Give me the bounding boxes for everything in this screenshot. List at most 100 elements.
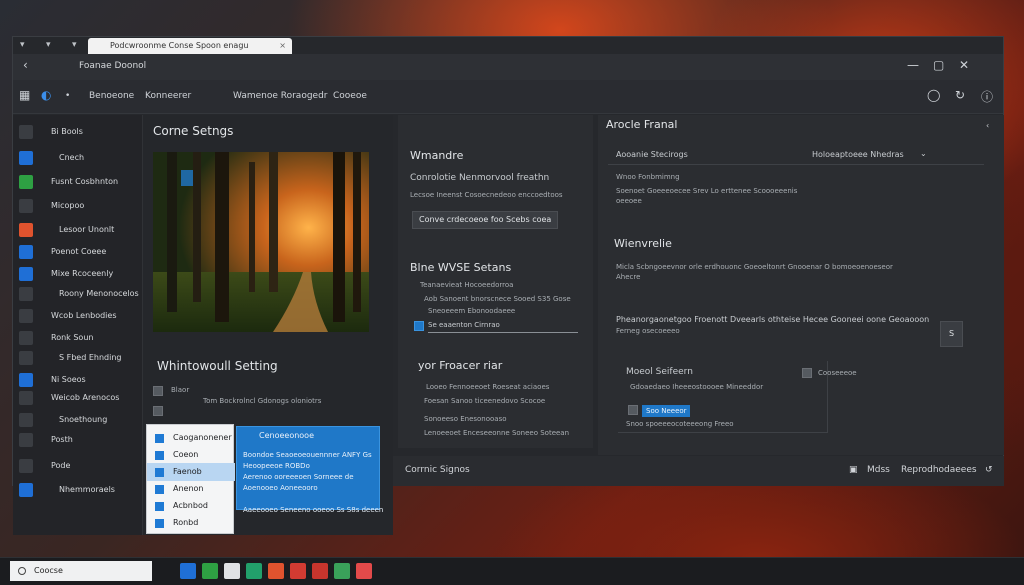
dropdown-option[interactable]: Coeon xyxy=(147,446,235,464)
sidebar-item-11[interactable]: S Fbed Ehnding xyxy=(13,351,143,369)
setting-label-7: Lenoeeoet Enceseeonne Soneeo Soteean xyxy=(424,429,570,437)
toolbar-item-1[interactable]: Benoeone xyxy=(89,91,134,101)
chevron-down-icon[interactable]: ⌄ xyxy=(920,149,927,158)
preview-row: Aerenoo ooreeeoen Sorneee de xyxy=(243,473,354,481)
preview-row: Aaeeooeo Seneeno ooeoo Ss S8s deeen xyxy=(243,506,384,514)
taskbar-app-icon[interactable] xyxy=(202,563,218,579)
sidebar-item-6[interactable]: Poenot Coeee xyxy=(13,245,143,263)
sidebar-item-label: Micopoo xyxy=(51,201,85,210)
sidebar-item-1[interactable]: Bi Bools xyxy=(13,125,143,143)
status-right[interactable]: Reprodhodaeees xyxy=(901,465,977,475)
window-menu-icon-2[interactable]: ▾ xyxy=(46,40,51,50)
dropdown-option-label: Coeon xyxy=(173,450,199,459)
grid-view-icon[interactable]: ▣ xyxy=(849,465,858,475)
wallpaper-panel: Wmandre Conrolotie Nenmorvool freathn Le… xyxy=(398,115,593,448)
sidebar-item-13[interactable]: Weicob Arenocos xyxy=(13,391,143,409)
sidebar-item-icon xyxy=(19,433,33,447)
maximize-icon[interactable]: ▢ xyxy=(933,58,944,72)
setting-label-1: Teanaevieat Hocoeedorroa xyxy=(420,281,514,289)
sub-panel-checkbox[interactable] xyxy=(802,368,812,378)
minimize-icon[interactable]: — xyxy=(907,58,919,72)
sidebar-item-7[interactable]: Mixe Rcoceenly xyxy=(13,267,143,285)
sidebar-item-label: Cnech xyxy=(59,153,85,162)
dropdown-preview-pane: Cenoeeonooe Boondoe Seaoeoeouennner ANFY… xyxy=(236,426,383,514)
sidebar-item-label: Posth xyxy=(51,435,73,444)
sidebar-item-label: Poenot Coeee xyxy=(51,247,107,256)
option-checkbox-2[interactable] xyxy=(153,406,163,416)
option-label-2: Tom Bockrolncl Gdonogs oloniotrs xyxy=(203,397,322,405)
taskbar xyxy=(0,557,1024,585)
taskbar-app-icon[interactable] xyxy=(246,563,262,579)
panel-description: Lecsoe Ineenst Cosoecnedeoo enccoedtoos xyxy=(410,191,563,199)
option-label-1: Blaor xyxy=(171,386,190,394)
sidebar-item-icon xyxy=(19,391,33,405)
sidebar-item-icon xyxy=(19,287,33,301)
toolbar-item-2[interactable]: Konneerer xyxy=(145,91,191,101)
sidebar-item-16[interactable]: Pode xyxy=(13,459,143,477)
sidebar-item-5[interactable]: Lesoor Unonlt xyxy=(13,223,143,241)
sidebar-item-12[interactable]: Ni Soeos xyxy=(13,373,143,391)
details-header-left: Aooanie Stecirogs xyxy=(616,150,688,159)
sidebar-item-label: Mixe Rcoceenly xyxy=(51,269,114,278)
dropdown-option[interactable]: Caoganonener xyxy=(147,429,235,447)
taskbar-app-icon[interactable] xyxy=(290,563,306,579)
sub-panel-checkbox-2[interactable] xyxy=(628,405,638,415)
title-bar: ‹ Foanae Doonol — ▢ ✕ xyxy=(13,54,1003,80)
sub-panel-selected[interactable]: Soo Neeeor xyxy=(642,405,690,417)
refresh-icon[interactable]: ↻ xyxy=(955,88,965,102)
dropdown-option[interactable]: Anenon xyxy=(147,480,235,498)
taskbar-app-icon[interactable] xyxy=(312,563,328,579)
sidebar-item-label: S Fbed Ehnding xyxy=(59,353,122,362)
status-left: Corrnic Signos xyxy=(405,465,470,475)
window-menu-icon-3[interactable]: ▾ xyxy=(72,40,77,50)
sidebar-item-14[interactable]: Snoethoung xyxy=(13,413,143,431)
sidebar-item-17[interactable]: Nhemmoraels xyxy=(13,483,143,501)
dropdown-option[interactable]: Acbnbod xyxy=(147,497,235,515)
taskbar-app-icon[interactable] xyxy=(356,563,372,579)
sidebar-item-8[interactable]: Roony Menonocelos xyxy=(13,287,143,305)
sidebar-item-9[interactable]: Wcob Lenbodies xyxy=(13,309,143,327)
taskbar-search[interactable]: Coocse xyxy=(10,561,152,581)
section-heading: Blne WVSE Setans xyxy=(410,261,512,274)
sidebar-item-icon xyxy=(19,267,33,281)
taskbar-app-icon[interactable] xyxy=(268,563,284,579)
setting-checkbox[interactable] xyxy=(414,321,424,331)
sidebar: Bi Bools Cnech Fusnt Cosbhnton Micopoo Lesoo… xyxy=(13,115,143,535)
sidebar-item-icon xyxy=(19,413,33,427)
taskbar-app-icon[interactable] xyxy=(334,563,350,579)
sidebar-item-label: Fusnt Cosbhnton xyxy=(51,177,119,186)
taskbar-app-icon[interactable] xyxy=(224,563,240,579)
details-row-6: Ferneg osecoeeeo xyxy=(616,327,680,335)
taskbar-app-icon[interactable] xyxy=(180,563,196,579)
back-icon[interactable]: ‹ xyxy=(23,58,28,72)
close-icon[interactable]: ✕ xyxy=(959,58,969,72)
dropdown-option[interactable]: Faenob xyxy=(147,463,235,481)
sidebar-item-10[interactable]: Ronk Soun xyxy=(13,331,143,349)
status-mid[interactable]: Mdss xyxy=(867,465,890,475)
sidebar-item-2[interactable]: Cnech xyxy=(13,151,143,169)
sidebar-item-icon xyxy=(19,125,33,139)
browser-icon[interactable]: ◐ xyxy=(41,88,51,102)
grid-icon[interactable]: ▦ xyxy=(19,88,30,102)
setting-input[interactable]: Se eaaenton Cirnrao xyxy=(428,319,578,333)
apply-button[interactable]: Conve crdecoeoe foo Scebs coea xyxy=(412,211,559,229)
option-checkbox-1[interactable] xyxy=(153,386,163,396)
sidebar-item-3[interactable]: Fusnt Cosbhnton xyxy=(13,175,143,193)
close-tab-icon[interactable]: × xyxy=(279,38,286,54)
dropdown-option[interactable]: Ronbd xyxy=(147,514,235,532)
account-icon[interactable]: ◯ xyxy=(927,88,940,102)
browser-tab[interactable]: Podcwroonme Conse Spoon enagu × xyxy=(88,38,292,54)
setting-label-5: Foesan Sanoo ticeenedovo Scocoe xyxy=(424,397,546,405)
option-icon xyxy=(155,502,164,511)
details-heading-2: Wienvrelie xyxy=(614,237,672,250)
window-menu-icon[interactable]: ▾ xyxy=(20,40,25,50)
info-icon[interactable]: ⓘ xyxy=(981,88,993,105)
sidebar-item-15[interactable]: Posth xyxy=(13,433,143,451)
s-button[interactable]: S xyxy=(940,321,964,347)
toolbar-item-3[interactable]: Wamenoe Roraogedr xyxy=(233,91,328,101)
collapse-icon[interactable]: ‹ xyxy=(986,121,989,130)
forest-photo xyxy=(153,152,369,332)
toolbar-item-4[interactable]: Cooeoe xyxy=(333,91,367,101)
sidebar-item-4[interactable]: Micopoo xyxy=(13,199,143,217)
undo-icon[interactable]: ↺ xyxy=(985,465,993,475)
